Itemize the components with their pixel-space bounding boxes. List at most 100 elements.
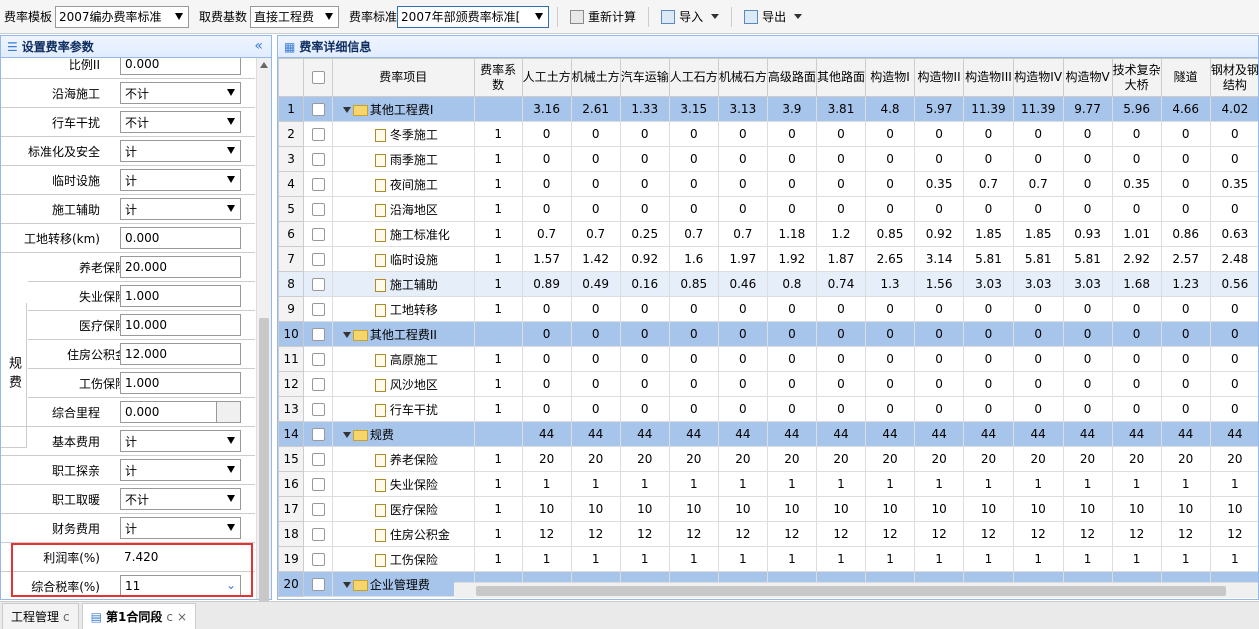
- row-select-cell[interactable]: [303, 521, 333, 547]
- select-all-header[interactable]: [303, 58, 333, 97]
- parameter-input[interactable]: 20.000: [120, 256, 241, 278]
- rate-cell[interactable]: 0: [1012, 296, 1064, 322]
- rate-cell[interactable]: 0: [619, 371, 670, 397]
- parameter-select[interactable]: 计: [120, 459, 241, 481]
- rate-cell[interactable]: 0: [963, 371, 1014, 397]
- rate-cell[interactable]: 1: [1160, 546, 1211, 572]
- rate-cell[interactable]: 1: [668, 471, 719, 497]
- rate-cell[interactable]: 0: [521, 296, 572, 322]
- rate-cell[interactable]: 1: [473, 346, 523, 372]
- table-row[interactable]: 19 工伤保险 1 1 1 1 1 1 1 1 1 1 1 1 1 1 1 1: [278, 546, 1258, 572]
- rate-cell[interactable]: 10: [570, 496, 621, 522]
- checkbox[interactable]: [311, 578, 325, 591]
- rate-cell[interactable]: 2.57: [1160, 246, 1211, 272]
- item-name-cell[interactable]: 其他工程费II: [331, 321, 475, 347]
- rate-cell[interactable]: 1.97: [717, 246, 768, 272]
- rate-cell[interactable]: 0: [1160, 346, 1211, 372]
- rate-cell[interactable]: 0.74: [815, 271, 867, 297]
- parameter-select[interactable]: 不计: [120, 82, 241, 104]
- item-name-cell[interactable]: 住房公积金: [331, 521, 475, 547]
- checkbox[interactable]: [311, 353, 325, 366]
- rate-cell[interactable]: 0: [619, 346, 670, 372]
- rate-cell[interactable]: 0: [766, 146, 817, 172]
- rate-cell[interactable]: 5.96: [1111, 96, 1162, 122]
- rate-cell[interactable]: 0: [668, 396, 719, 422]
- column-header[interactable]: 构造物III: [963, 58, 1014, 97]
- rate-cell[interactable]: 4.02: [1209, 96, 1258, 122]
- rate-cell[interactable]: 3.9: [766, 96, 817, 122]
- rate-cell[interactable]: 0: [668, 171, 719, 197]
- rate-cell[interactable]: 10: [668, 496, 719, 522]
- row-select-cell[interactable]: [303, 546, 333, 572]
- rate-cell[interactable]: 1: [717, 471, 768, 497]
- item-name-cell[interactable]: 其他工程费I: [331, 96, 475, 122]
- item-name-cell[interactable]: 施工标准化: [331, 221, 475, 247]
- checkbox[interactable]: [311, 478, 325, 491]
- item-name-cell[interactable]: 临时设施: [331, 246, 475, 272]
- table-row[interactable]: 14 规费 44 44 44 44 44 44 44 44 44 44 44 44 44 44 44: [278, 421, 1258, 447]
- table-row[interactable]: 15 养老保险 1 20 20 20 20 20 20 20 20 20 20 20 20 20 20 20: [278, 446, 1258, 472]
- item-name-cell[interactable]: 工伤保险: [331, 546, 475, 572]
- rate-cell[interactable]: 0: [1209, 321, 1258, 347]
- rate-cell[interactable]: 0: [521, 146, 572, 172]
- rate-cell[interactable]: 44: [521, 421, 572, 447]
- rate-cell[interactable]: 44: [1209, 421, 1258, 447]
- standard-select[interactable]: 2007年部颁费率标准[: [397, 5, 550, 28]
- rate-cell[interactable]: 0: [1209, 296, 1258, 322]
- rate-cell[interactable]: 12: [914, 521, 965, 547]
- collapse-icon[interactable]: «: [254, 38, 263, 54]
- rate-cell[interactable]: 0.63: [1209, 221, 1258, 247]
- rate-cell[interactable]: 0.16: [619, 271, 670, 297]
- checkbox[interactable]: [311, 378, 325, 391]
- rate-cell[interactable]: 2.65: [864, 246, 916, 272]
- column-header[interactable]: 构造物V: [1062, 58, 1113, 97]
- rate-cell[interactable]: 9.77: [1062, 96, 1113, 122]
- rate-cell[interactable]: 0: [1160, 196, 1211, 222]
- parameter-select[interactable]: 计: [120, 169, 241, 191]
- rate-cell[interactable]: 1: [473, 121, 523, 147]
- rate-cell[interactable]: 0: [521, 196, 572, 222]
- rate-cell[interactable]: 0: [766, 321, 817, 347]
- rate-cell[interactable]: 1.56: [914, 271, 965, 297]
- rate-cell[interactable]: 1: [473, 296, 523, 322]
- rate-cell[interactable]: 10: [1209, 496, 1258, 522]
- table-row[interactable]: 10 其他工程费II 0 0 0 0 0 0 0 0 0 0 0 0 0 0 0: [278, 321, 1258, 347]
- rate-cell[interactable]: 0: [1111, 371, 1162, 397]
- rate-cell[interactable]: 0.85: [864, 221, 916, 247]
- rate-cell[interactable]: 5.97: [914, 96, 965, 122]
- rate-cell[interactable]: 0: [668, 146, 719, 172]
- rate-cell[interactable]: 1: [521, 546, 572, 572]
- rate-cell[interactable]: 0: [521, 121, 572, 147]
- rate-cell[interactable]: 1: [914, 546, 965, 572]
- rate-cell[interactable]: 5.81: [963, 246, 1014, 272]
- rate-cell[interactable]: 0: [815, 346, 867, 372]
- table-row[interactable]: 8 施工辅助 1 0.89 0.49 0.16 0.85 0.46 0.8 0.74 1.3 1.56…: [278, 271, 1258, 297]
- table-row[interactable]: 12 风沙地区 1 0 0 0 0 0 0 0 0 0 0 0 0 0 0 0: [278, 371, 1258, 397]
- item-name-cell[interactable]: 失业保险: [331, 471, 475, 497]
- rate-cell[interactable]: 0: [864, 396, 916, 422]
- rate-cell[interactable]: 0: [1111, 346, 1162, 372]
- table-row[interactable]: 16 失业保险 1 1 1 1 1 1 1 1 1 1 1 1 1 1 1 1: [278, 471, 1258, 497]
- rate-cell[interactable]: 3.03: [1012, 271, 1064, 297]
- rate-cell[interactable]: 0.85: [668, 271, 719, 297]
- rate-cell[interactable]: 0: [1160, 396, 1211, 422]
- rate-cell[interactable]: 0.7: [963, 171, 1014, 197]
- rate-cell[interactable]: 10: [914, 496, 965, 522]
- parameter-select[interactable]: 计: [120, 140, 241, 162]
- rate-cell[interactable]: 0: [815, 196, 867, 222]
- parameter-input[interactable]: 10.000: [120, 314, 241, 336]
- item-name-cell[interactable]: 沿海地区: [331, 196, 475, 222]
- checkbox[interactable]: [311, 253, 325, 266]
- rate-cell[interactable]: 0: [619, 321, 670, 347]
- scroll-thumb[interactable]: [476, 586, 1226, 596]
- rate-cell[interactable]: 12: [570, 521, 621, 547]
- rate-cell[interactable]: 1: [864, 546, 916, 572]
- rate-cell[interactable]: 0: [1062, 396, 1113, 422]
- rate-cell[interactable]: 0: [1209, 121, 1258, 147]
- table-row[interactable]: 18 住房公积金 1 12 12 12 12 12 12 12 12 12 12 12 12 12 12 12: [278, 521, 1258, 547]
- parameter-input[interactable]: 0.000: [120, 401, 241, 423]
- rate-cell[interactable]: 2.48: [1209, 246, 1258, 272]
- rate-cell[interactable]: 0: [1062, 171, 1113, 197]
- rate-cell[interactable]: 44: [717, 421, 768, 447]
- rate-cell[interactable]: 10: [815, 496, 867, 522]
